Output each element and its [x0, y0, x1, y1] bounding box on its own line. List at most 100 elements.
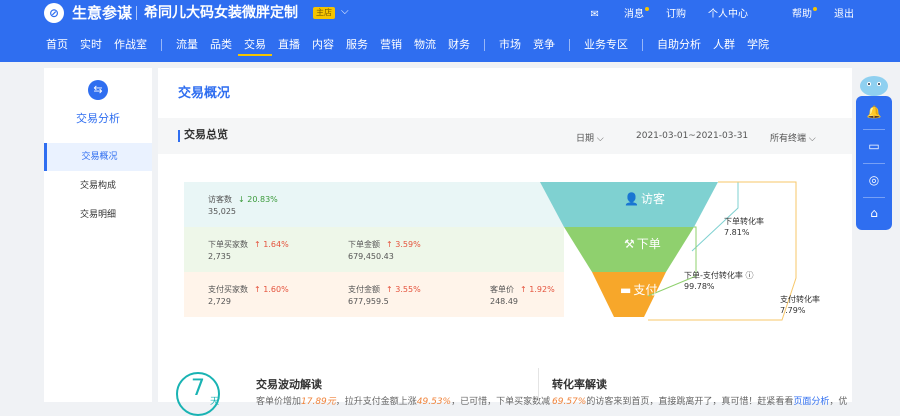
rate-label: 下单-支付转化率 [684, 271, 743, 280]
metric-change: ↓ 20.83% [238, 195, 278, 204]
conversion-text-part: 的访客来到首页，直接跳离开了，真可惜！赶紧看看 [586, 397, 794, 407]
sidebar-item-composition[interactable]: 交易构成 [44, 172, 152, 200]
chevron-down-icon[interactable]: ⌵ [341, 6, 349, 18]
nav-traffic[interactable]: 流量 [170, 36, 204, 56]
top-link-help[interactable]: 帮助 [770, 7, 817, 22]
metric-label: 支付金额 [348, 285, 380, 294]
stage-name: 支付 [633, 283, 657, 297]
metric-label: 下单买家数 [208, 240, 248, 249]
metric-change: ↑ 1.64% [254, 240, 289, 249]
metric-change-value: 3.55% [395, 285, 421, 294]
home-icon[interactable]: ⌂ [856, 197, 892, 230]
nav-divider [642, 39, 643, 51]
metric-change-value: 1.64% [263, 240, 289, 249]
nav-realtime[interactable]: 实时 [74, 36, 108, 56]
metric-value: 2,735 [208, 252, 231, 261]
terminal-select[interactable]: 所有终端 ⌵ [770, 131, 816, 144]
notification-dot [813, 7, 817, 11]
brand-title[interactable]: 生意参谋 [72, 3, 132, 23]
page-analysis-link[interactable]: 页面分析 [793, 397, 829, 407]
nav-live[interactable]: 直播 [272, 36, 306, 56]
date-select[interactable]: 日期 ⌵ [576, 131, 604, 144]
wave-text-part: ，已可惜，下单买家数减 [451, 397, 551, 407]
rate-value: 99.78% [684, 282, 715, 291]
trade-analysis-icon: ⇆ [88, 80, 108, 100]
chat-icon[interactable]: ▭ [856, 130, 892, 163]
funnel-stage-pay-label: ▬ 支付 [620, 283, 657, 297]
nav-divider [161, 39, 162, 51]
metric-value: 35,025 [208, 207, 236, 216]
metric-label: 支付买家数 [208, 285, 248, 294]
logo-icon[interactable]: ⊘ [44, 3, 64, 23]
nav-warroom[interactable]: 作战室 [108, 36, 153, 56]
target-icon[interactable]: ◎ [856, 164, 892, 197]
conversion-text-part: ，优 [829, 397, 848, 407]
nav-logistics[interactable]: 物流 [408, 36, 442, 56]
date-range[interactable]: 2021-03-01~2021-03-31 [636, 131, 748, 141]
order-rate: 下单转化率 7.81% [724, 216, 764, 238]
rate-label: 下单转化率 [724, 217, 764, 226]
conversion-highlight: 69.57% [552, 397, 587, 407]
metric-order-buyers: 下单买家数 ↑ 1.64% 2,735 [208, 239, 289, 263]
metric-label: 客单价 [490, 285, 514, 294]
sidebar-item-overview[interactable]: 交易概况 [44, 143, 152, 171]
top-link-logout[interactable]: 退出 [834, 8, 854, 22]
top-links: ✉ 消息 订购 个人中心 帮助 退出 [568, 7, 854, 22]
top-link-label: 消息 [624, 9, 644, 20]
top-link-messages[interactable]: ✉ 消息 [590, 7, 649, 22]
bell-icon[interactable]: 🔔 [856, 96, 892, 129]
top-link-label: 帮助 [792, 9, 812, 20]
wave-highlight: 17.89元 [301, 397, 336, 407]
nav-market[interactable]: 市场 [493, 36, 527, 56]
metric-label: 下单金额 [348, 240, 380, 249]
rate-value: 7.81% [724, 228, 750, 237]
divider [136, 6, 137, 20]
nav-business-zone[interactable]: 业务专区 [578, 36, 634, 56]
top-link-profile[interactable]: 个人中心 [708, 8, 748, 22]
nav-marketing[interactable]: 营销 [374, 36, 408, 56]
metric-value: 679,450.43 [348, 252, 394, 261]
stage-name: 下单 [637, 237, 661, 251]
metric-change-value: 3.59% [395, 240, 421, 249]
conversion-title: 转化率解读 [552, 378, 607, 391]
days-number: 7 [191, 376, 205, 401]
sidebar-title: 交易分析 [76, 112, 120, 125]
nav-trade[interactable]: 交易 [238, 36, 272, 56]
metric-label: 访客数 [208, 195, 232, 204]
metric-change: ↑ 1.60% [254, 285, 289, 294]
chevron-down-icon: ⌵ [596, 134, 604, 144]
main-nav: 首页 实时 作战室 流量 品类 交易 直播 内容 服务 营销 物流 财务 市场 … [40, 36, 775, 56]
sidebar-item-detail[interactable]: 交易明细 [44, 201, 152, 229]
shop-badge: 主店 [313, 7, 335, 19]
nav-self-analysis[interactable]: 自助分析 [651, 36, 707, 56]
main-panel: 交易概况 交易总览 日期 ⌵ 2021-03-01~2021-03-31 所有终… [158, 68, 852, 416]
nav-divider [569, 39, 570, 51]
metric-change: ↑ 3.55% [386, 285, 421, 294]
nav-crowd[interactable]: 人群 [707, 36, 741, 56]
divider [538, 368, 539, 402]
stage-name: 访客 [641, 191, 665, 206]
card-icon: ▬ [620, 283, 631, 297]
wave-text-part: 客单价增加 [256, 397, 302, 407]
rate-value: 7.79% [780, 306, 806, 315]
funnel-stage-visitors-label: 👤 访客 [624, 191, 665, 206]
funnel-stage-order-label: ⚒ 下单 [624, 237, 661, 251]
nav-divider [484, 39, 485, 51]
floating-toolbar: 🔔 ▭ ◎ ⌂ [856, 96, 892, 230]
nav-academy[interactable]: 学院 [741, 36, 775, 56]
section-marker [178, 130, 180, 142]
wave-highlight: 49.53% [416, 397, 452, 407]
nav-category[interactable]: 品类 [204, 36, 238, 56]
metric-pay-amount: 支付金额 ↑ 3.55% 677,959.5 [348, 284, 421, 308]
nav-home[interactable]: 首页 [40, 36, 74, 56]
wave-text: 客单价增加17.89元，拉升支付金额上涨49.53%，已可惜，下单买家数减 [256, 394, 550, 407]
nav-content[interactable]: 内容 [306, 36, 340, 56]
nav-competition[interactable]: 竞争 [527, 36, 561, 56]
sidebar: ⇆ 交易分析 交易概况 交易构成 交易明细 [44, 68, 152, 402]
mascot-icon[interactable] [858, 72, 890, 98]
top-link-subscribe[interactable]: 订购 [666, 8, 686, 22]
info-icon[interactable]: ⓘ [745, 271, 753, 280]
nav-finance[interactable]: 财务 [442, 36, 476, 56]
funnel-metrics: 访客数 ↓ 20.83% 35,025 下单买家数 ↑ 1.64% 2,735 下单… [184, 182, 564, 320]
nav-service[interactable]: 服务 [340, 36, 374, 56]
